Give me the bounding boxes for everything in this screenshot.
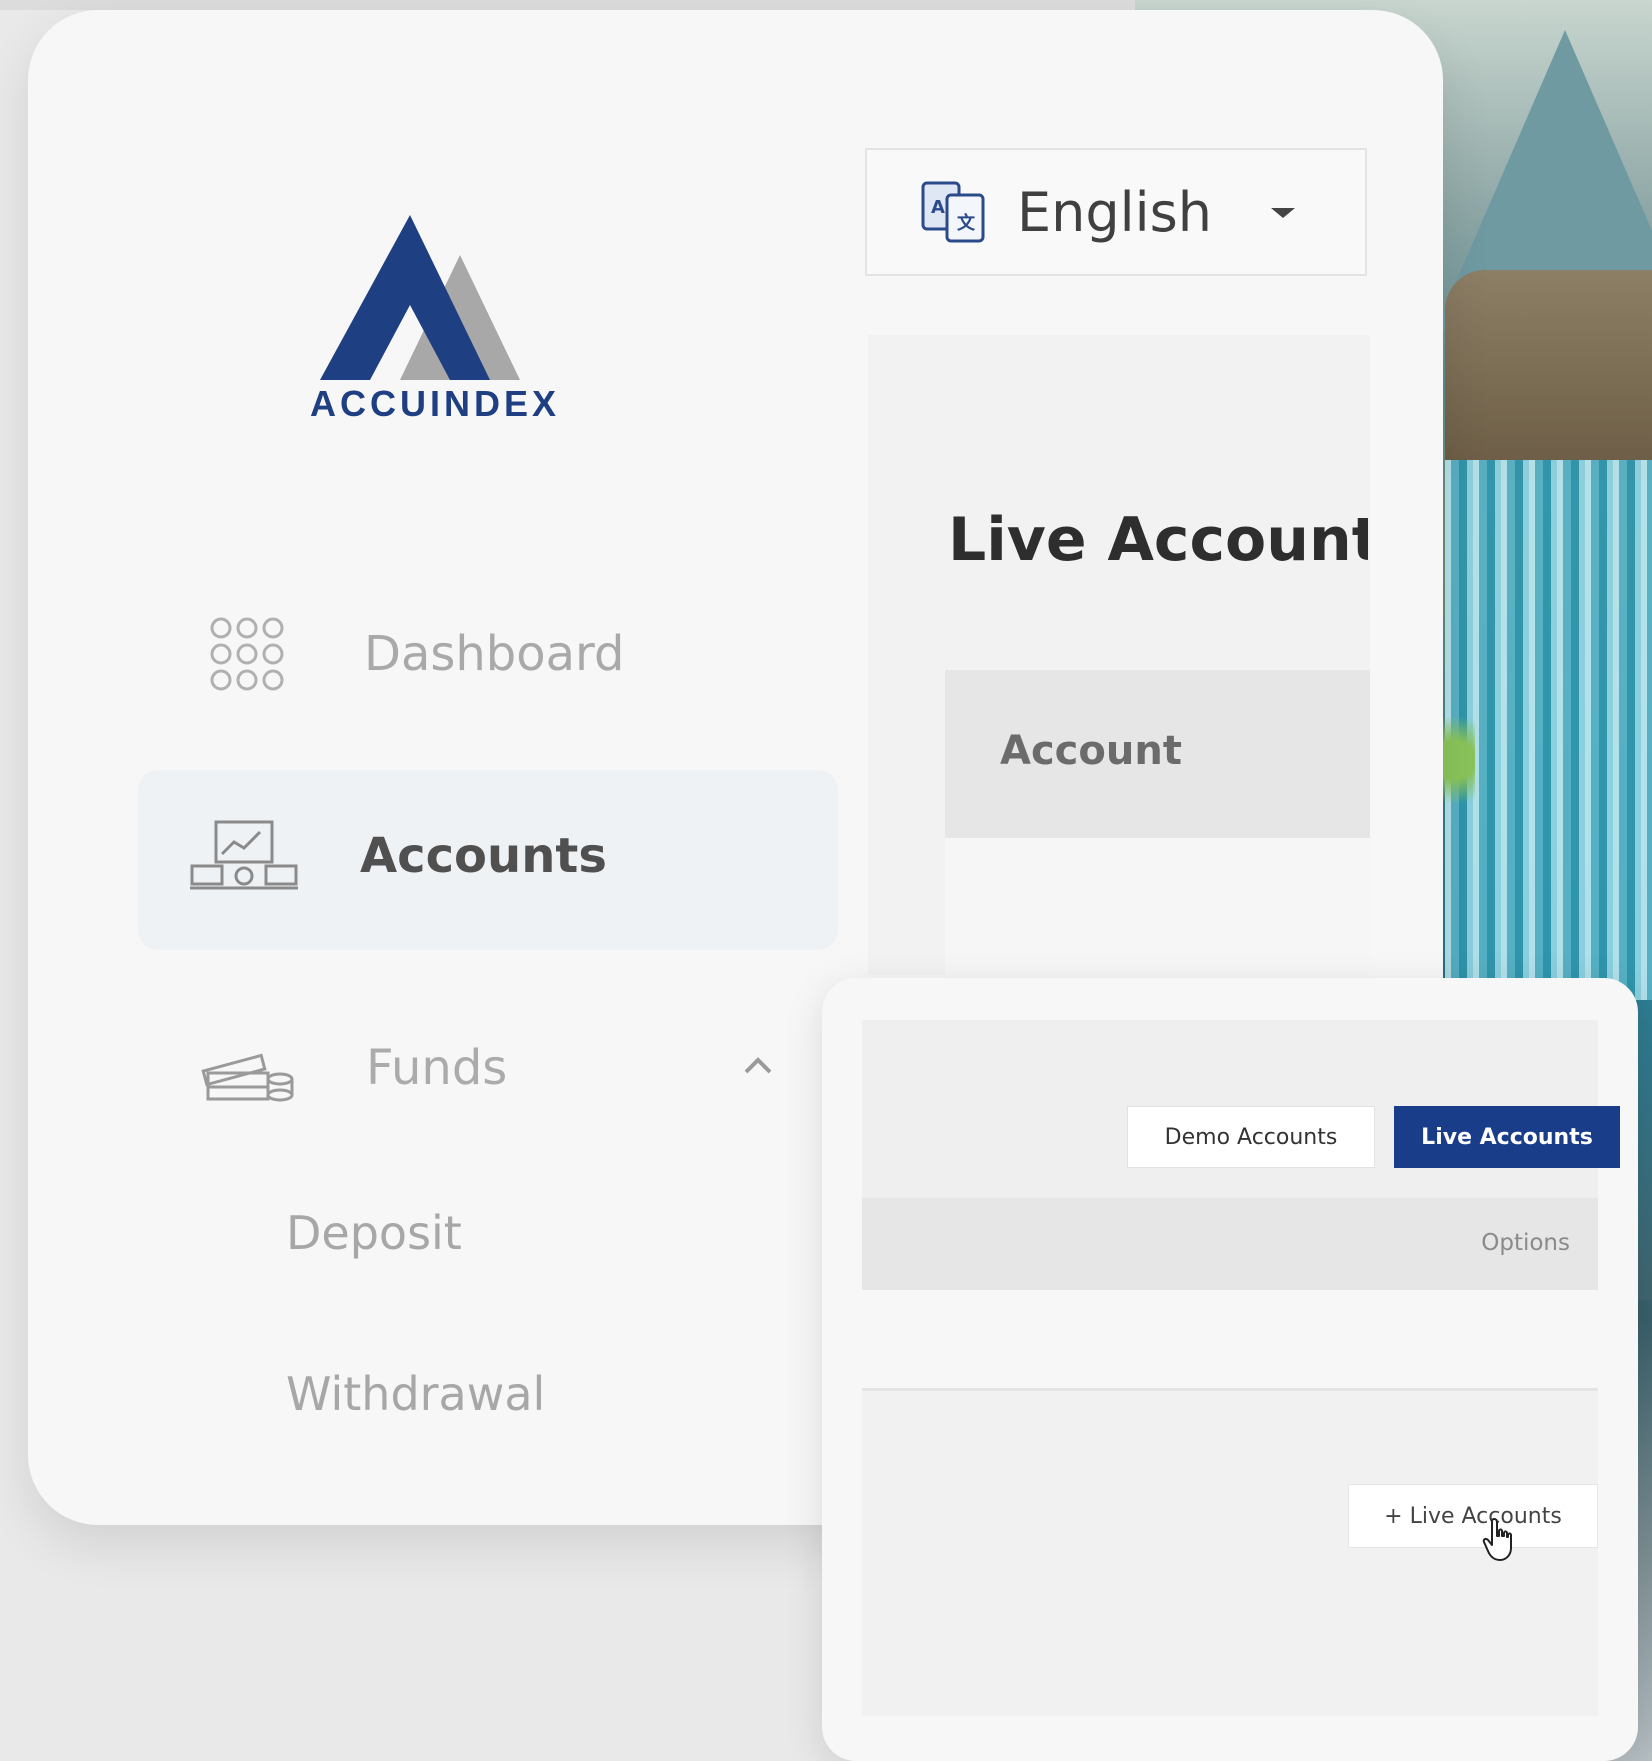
chevron-up-icon[interactable] (743, 1050, 773, 1080)
background-strip (0, 0, 1135, 10)
sidebar-subitem-deposit[interactable]: Deposit (286, 1206, 462, 1260)
demo-accounts-button[interactable]: Demo Accounts (1127, 1106, 1375, 1168)
waterfall-shape (1445, 460, 1652, 1020)
live-accounts-panel: + Live Accounts (862, 1388, 1598, 1716)
logo-text: ACCUINDEX (309, 383, 560, 424)
grid-dots-icon (210, 617, 284, 691)
table-header: Options (862, 1198, 1598, 1290)
sidebar-item-label: Dashboard (364, 626, 625, 682)
accounts-overlay-card: Demo Accounts Live Accounts Options + Li… (822, 978, 1638, 1761)
sidebar-subitem-withdrawal[interactable]: Withdrawal (286, 1367, 545, 1421)
accounts-icon (190, 820, 298, 890)
column-header-account: Account (1000, 728, 1182, 774)
svg-text:文: 文 (957, 212, 976, 234)
column-header-options: Options (1481, 1230, 1570, 1256)
table-body (945, 838, 1370, 978)
svg-text:A: A (931, 197, 945, 218)
logo-mark-icon (320, 215, 520, 380)
cliff-shape (1445, 270, 1652, 480)
table-header: Account (945, 670, 1370, 838)
language-value: English (1017, 180, 1212, 244)
brand-logo[interactable]: ACCUINDEX (300, 215, 570, 424)
sidebar-item-label: Funds (366, 1040, 508, 1096)
page-title: Live Account (948, 505, 1368, 575)
language-select[interactable]: A 文 English (865, 148, 1367, 276)
live-accounts-button[interactable]: Live Accounts (1394, 1106, 1620, 1168)
account-type-toolbar: Demo Accounts Live Accounts (862, 1020, 1620, 1198)
translate-icon: A 文 (921, 181, 985, 243)
sidebar-item-accounts[interactable]: Accounts (188, 818, 607, 894)
add-live-account-button[interactable]: + Live Accounts (1348, 1484, 1598, 1548)
sidebar-item-dashboard[interactable]: Dashboard (208, 615, 624, 693)
caret-down-icon (1271, 208, 1295, 218)
hand-pointer-icon (1482, 1518, 1512, 1561)
sidebar-item-label: Accounts (360, 828, 607, 884)
sidebar-item-funds[interactable]: Funds (200, 1033, 507, 1103)
money-stack-icon (201, 1053, 294, 1102)
